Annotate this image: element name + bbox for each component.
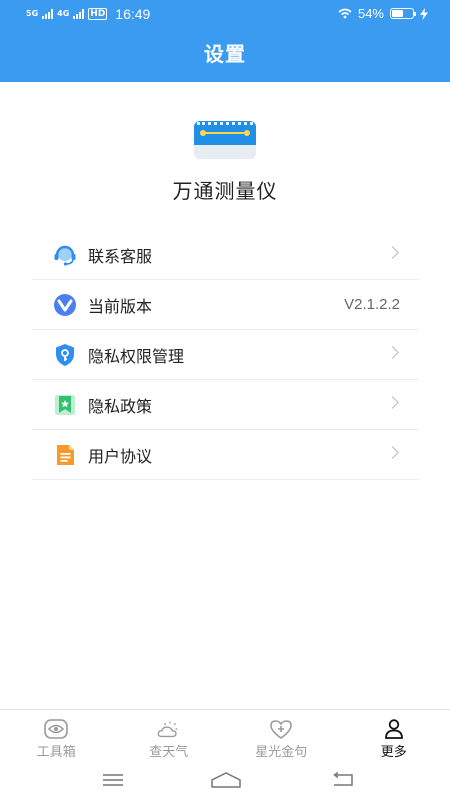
tab-label: 工具箱: [36, 745, 76, 760]
status-left: 5G 4G HD 16:49: [26, 6, 150, 22]
eye-icon: [43, 718, 69, 740]
signal-1-icon: [42, 9, 54, 19]
home-icon[interactable]: [210, 770, 242, 790]
menu-label: 当前版本: [88, 296, 153, 316]
tab-label: 查天气: [149, 745, 189, 760]
tab-quotes[interactable]: 星光金句: [225, 710, 338, 764]
menu-item-user-agreement[interactable]: 用户协议: [32, 430, 419, 480]
version-icon: [52, 292, 78, 318]
signal-2-label: 4G: [57, 9, 70, 18]
tab-label: 更多: [380, 745, 407, 760]
menu-item-privacy-policy[interactable]: 隐私政策: [32, 380, 419, 430]
chevron-right-icon: [386, 396, 399, 409]
user-icon: [381, 718, 407, 740]
battery-fill: [392, 10, 403, 17]
app-name: 万通测量仪: [172, 179, 278, 203]
headset-icon: [52, 242, 78, 268]
system-nav-bar: [0, 764, 450, 800]
signal-1-label: 5G: [26, 9, 39, 18]
chevron-right-icon: [386, 346, 399, 359]
logo-measure-line: [202, 132, 248, 134]
ruler-icon: [194, 121, 256, 159]
battery-icon: [390, 8, 416, 19]
menu-item-current-version: 当前版本 V2.1.2.2: [32, 280, 419, 330]
tab-toolbox[interactable]: 工具箱: [0, 710, 113, 764]
menu-label: 用户协议: [88, 446, 153, 466]
logo-measure-end: [244, 130, 250, 136]
menu-label: 联系客服: [88, 246, 153, 266]
status-right: 54%: [338, 6, 428, 21]
charging-icon: [420, 7, 428, 20]
wifi-icon: [338, 8, 352, 19]
tab-label: 星光金句: [255, 745, 308, 760]
status-bar: 5G 4G HD 16:49 54%: [0, 0, 450, 28]
back-icon[interactable]: [331, 770, 355, 790]
tab-weather[interactable]: 查天气: [113, 710, 226, 764]
version-value: V2.1.2.2: [344, 296, 400, 313]
menu-label: 隐私权限管理: [88, 346, 185, 366]
shield-key-icon: [52, 342, 78, 368]
document-icon: [52, 442, 78, 468]
battery-percent: 54%: [357, 6, 384, 21]
menu-item-privacy-permissions[interactable]: 隐私权限管理: [32, 330, 419, 380]
logo-ruler-ticks: [197, 122, 253, 126]
menu-icon[interactable]: [101, 770, 125, 790]
header: 设置: [0, 28, 450, 82]
logo-measure-start: [200, 130, 206, 136]
page-title: 设置: [204, 42, 246, 66]
chevron-right-icon: [386, 246, 399, 259]
bookmark-icon: [52, 392, 78, 418]
heart-icon: [268, 718, 294, 740]
menu-label: 隐私政策: [88, 396, 153, 416]
hd-badge: HD: [88, 8, 108, 20]
status-time: 16:49: [115, 6, 151, 22]
tab-more[interactable]: 更多: [338, 710, 450, 764]
signal-2-icon: [73, 9, 85, 19]
menu-item-contact-support[interactable]: 联系客服: [32, 230, 419, 280]
weather-icon: [156, 718, 182, 740]
logo-ruler-base: [194, 145, 256, 159]
settings-menu: 联系客服 当前版本 V2.1.2.2 隐私权限管理 隐私政策 用户协议: [32, 230, 419, 480]
bottom-tab-bar: 工具箱 查天气 星光金句 更多: [0, 709, 450, 764]
chevron-right-icon: [386, 446, 399, 459]
